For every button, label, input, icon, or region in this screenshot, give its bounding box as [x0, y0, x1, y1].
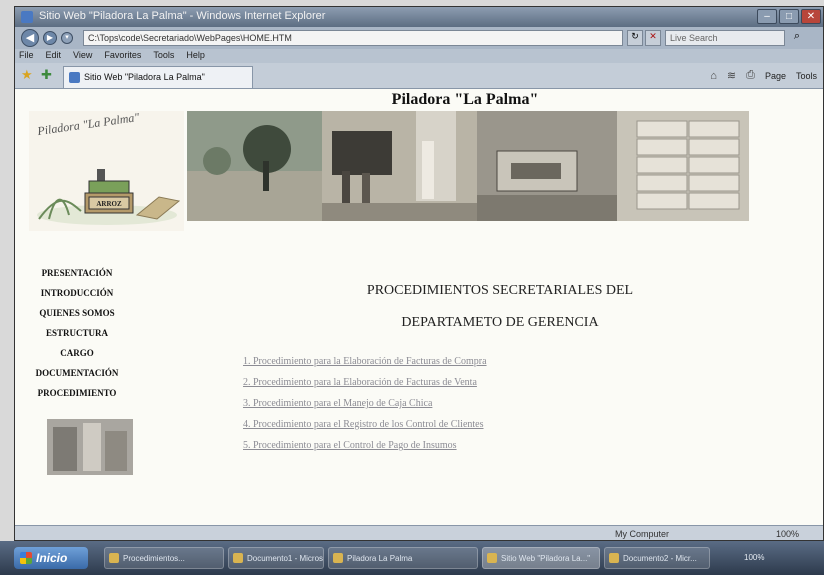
taskbar-item[interactable]: Piladora La Palma: [328, 547, 478, 569]
stop-button[interactable]: ✕: [645, 30, 661, 46]
menu-quienes-somos[interactable]: QUIENES SOMOS: [27, 303, 127, 323]
forward-button[interactable]: ▶: [43, 31, 57, 45]
procedure-link[interactable]: 5. Procedimiento para el Control de Pago…: [243, 435, 603, 456]
taskbar-item-label: Documento1 - Microsoft...: [247, 554, 324, 563]
document-icon: [333, 553, 343, 563]
taskbar-item-label: Piladora La Palma: [347, 554, 413, 563]
command-bar: ⌂ ≋ ⎙ Page Tools: [710, 69, 817, 82]
banner-photo-sacks: [617, 111, 749, 221]
menu-file[interactable]: File: [19, 50, 34, 62]
logo: Piladora "La Palma" ARROZ: [29, 110, 184, 231]
logo-sign-text: ARROZ: [96, 200, 122, 208]
windows-logo-icon: [20, 552, 32, 564]
menu-bar: File Edit View Favorites Tools Help: [15, 49, 823, 63]
tray-label: 100%: [744, 553, 765, 562]
start-button[interactable]: Inicio: [14, 547, 88, 569]
window-controls: – □ ✕: [757, 9, 821, 24]
taskbar-item[interactable]: Procedimientos...: [104, 547, 224, 569]
security-zone: My Computer: [615, 529, 670, 539]
section-heading: PROCEDIMIENTOS SECRETARIALES DEL: [366, 283, 634, 298]
document-icon: [609, 553, 619, 563]
search-input[interactable]: Live Search: [665, 30, 785, 46]
banner: [187, 111, 749, 221]
procedure-link[interactable]: 4. Procedimiento para el Registro de los…: [243, 414, 603, 435]
favorites-star-icon[interactable]: ★: [21, 67, 33, 83]
tab-bar: ★ ✚ Sitio Web "Piladora La Palma" ⌂ ≋ ⎙ …: [15, 63, 823, 89]
page-title: Piladora "La Palma": [391, 91, 539, 108]
menu-edit[interactable]: Edit: [46, 50, 62, 62]
refresh-button[interactable]: ↻: [627, 30, 643, 46]
menu-favorites[interactable]: Favorites: [104, 50, 141, 62]
address-bar: ◀ ▶ ▾ C:\Tops\code\Secretariado\WebPages…: [15, 27, 823, 49]
ie-icon: [487, 553, 497, 563]
ie-icon: [21, 11, 33, 23]
taskbar-item-label: Documento2 - Micr...: [623, 554, 697, 563]
banner-photo-trees: [187, 111, 322, 221]
procedure-list: 1. Procedimiento para la Elaboración de …: [243, 351, 603, 456]
browser-window: Sitio Web "Piladora La Palma" - Windows …: [14, 6, 824, 541]
procedure-link[interactable]: 3. Procedimiento para el Manejo de Caja …: [243, 393, 603, 414]
system-tray: 100%: [714, 545, 824, 571]
menu-help[interactable]: Help: [186, 50, 205, 62]
url-field[interactable]: C:\Tops\code\Secretariado\WebPages\HOME.…: [83, 30, 623, 46]
minimize-button[interactable]: –: [757, 9, 777, 24]
taskbar-item[interactable]: Documento2 - Micr...: [604, 547, 710, 569]
menu-view[interactable]: View: [73, 50, 92, 62]
menu-cargo[interactable]: CARGO: [27, 343, 127, 363]
menu-estructura[interactable]: ESTRUCTURA: [27, 323, 127, 343]
close-button[interactable]: ✕: [801, 9, 821, 24]
tools-menu[interactable]: Tools: [796, 71, 817, 81]
window-title: Sitio Web "Piladora La Palma" - Windows …: [39, 10, 326, 22]
back-button[interactable]: ◀: [21, 29, 39, 47]
feeds-icon[interactable]: ≋: [727, 69, 736, 82]
start-label: Inicio: [36, 551, 68, 565]
menu-presentacion[interactable]: PRESENTACIÓN: [27, 263, 127, 283]
side-menu: PRESENTACIÓN INTRODUCCIÓN QUIENES SOMOS …: [27, 263, 127, 403]
menu-documentacion[interactable]: DOCUMENTACIÓN: [27, 363, 127, 383]
page-icon: [69, 72, 80, 83]
page-menu[interactable]: Page: [765, 71, 786, 81]
title-bar: Sitio Web "Piladora La Palma" - Windows …: [15, 7, 823, 27]
tab-current[interactable]: Sitio Web "Piladora La Palma": [63, 66, 253, 88]
logo-graphic: ARROZ: [37, 169, 181, 225]
taskbar-item-label: Sitio Web "Piladora La...": [501, 554, 591, 563]
document-icon: [233, 553, 243, 563]
print-icon[interactable]: ⎙: [746, 69, 755, 82]
menu-introduccion[interactable]: INTRODUCCIÓN: [27, 283, 127, 303]
taskbar-item-label: Procedimientos...: [123, 554, 185, 563]
procedure-link[interactable]: 1. Procedimiento para la Elaboración de …: [243, 351, 603, 372]
maximize-button[interactable]: □: [779, 9, 799, 24]
folder-icon: [109, 553, 119, 563]
taskbar-item-active[interactable]: Sitio Web "Piladora La...": [482, 547, 600, 569]
home-icon[interactable]: ⌂: [710, 70, 717, 82]
search-icon[interactable]: ⌕: [789, 30, 805, 46]
section-subheading: DEPARTAMETO DE GERENCIA: [401, 315, 599, 330]
tab-label: Sitio Web "Piladora La Palma": [84, 72, 205, 82]
procedure-link[interactable]: 2. Procedimiento para la Elaboración de …: [243, 372, 603, 393]
menu-tools[interactable]: Tools: [153, 50, 174, 62]
add-favorite-icon[interactable]: ✚: [41, 67, 52, 83]
banner-photo-workers: [322, 111, 477, 221]
side-photo: [47, 419, 133, 475]
recent-pages-chevron-icon[interactable]: ▾: [61, 32, 73, 44]
banner-photo-machinery: [477, 111, 617, 221]
page-content: Piladora "La Palma" Piladora "La Palma" …: [15, 89, 823, 525]
taskbar: Inicio Procedimientos... Documento1 - Mi…: [0, 541, 824, 575]
zoom-level[interactable]: 100%: [776, 529, 799, 539]
status-bar: My Computer 100%: [15, 525, 823, 540]
taskbar-item[interactable]: Documento1 - Microsoft...: [228, 547, 324, 569]
menu-procedimiento[interactable]: PROCEDIMIENTO: [27, 383, 127, 403]
